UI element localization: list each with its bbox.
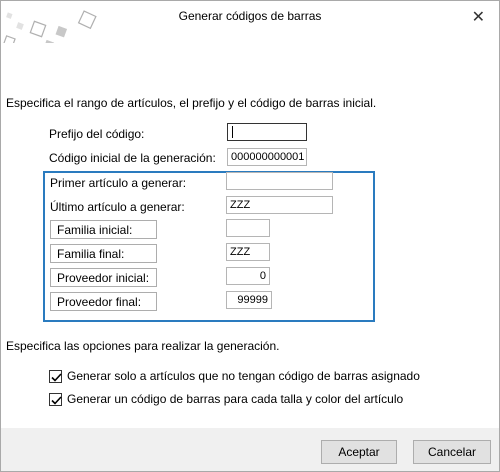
option-label-1: Generar solo a artículos que no tengan c…: [67, 369, 420, 383]
check-icon: [51, 373, 62, 382]
close-icon[interactable]: ✕: [472, 7, 485, 27]
final-supplier-button[interactable]: Proveedor final:: [50, 292, 157, 311]
last-article-label: Último artículo a generar:: [50, 200, 185, 214]
initial-code-label: Código inicial de la generación:: [49, 151, 216, 165]
dialog-content: Especifica el rango de artículos, el pre…: [1, 43, 499, 428]
initial-supplier-input[interactable]: 0: [226, 267, 270, 285]
final-family-button[interactable]: Familia final:: [50, 244, 157, 263]
initial-code-input[interactable]: 000000000001: [227, 148, 307, 166]
first-article-label: Primer artículo a generar:: [50, 176, 187, 190]
option-checkbox-2[interactable]: [49, 393, 62, 406]
cancel-button[interactable]: Cancelar: [413, 440, 491, 464]
options-heading: Especifica las opciones para realizar la…: [6, 339, 280, 353]
intro-text: Especifica el rango de artículos, el pre…: [6, 96, 377, 110]
final-supplier-input[interactable]: 99999: [226, 291, 272, 309]
dialog-window: Generar códigos de barras ✕ Especifica e…: [0, 0, 500, 472]
initial-family-button[interactable]: Familia inicial:: [50, 220, 157, 239]
last-article-input[interactable]: ZZZ: [226, 196, 333, 214]
initial-supplier-button[interactable]: Proveedor inicial:: [50, 268, 157, 287]
option-label-2: Generar un código de barras para cada ta…: [67, 392, 404, 406]
accept-button[interactable]: Aceptar: [321, 440, 397, 464]
initial-family-input[interactable]: [226, 219, 270, 237]
dialog-footer: Aceptar Cancelar: [1, 428, 499, 471]
final-family-input[interactable]: ZZZ: [226, 243, 270, 261]
check-icon: [51, 396, 62, 405]
prefix-input[interactable]: [227, 123, 307, 141]
first-article-input[interactable]: [226, 172, 333, 190]
prefix-label: Prefijo del código:: [49, 127, 145, 141]
option-checkbox-1[interactable]: [49, 370, 62, 383]
text-caret: [232, 126, 233, 139]
